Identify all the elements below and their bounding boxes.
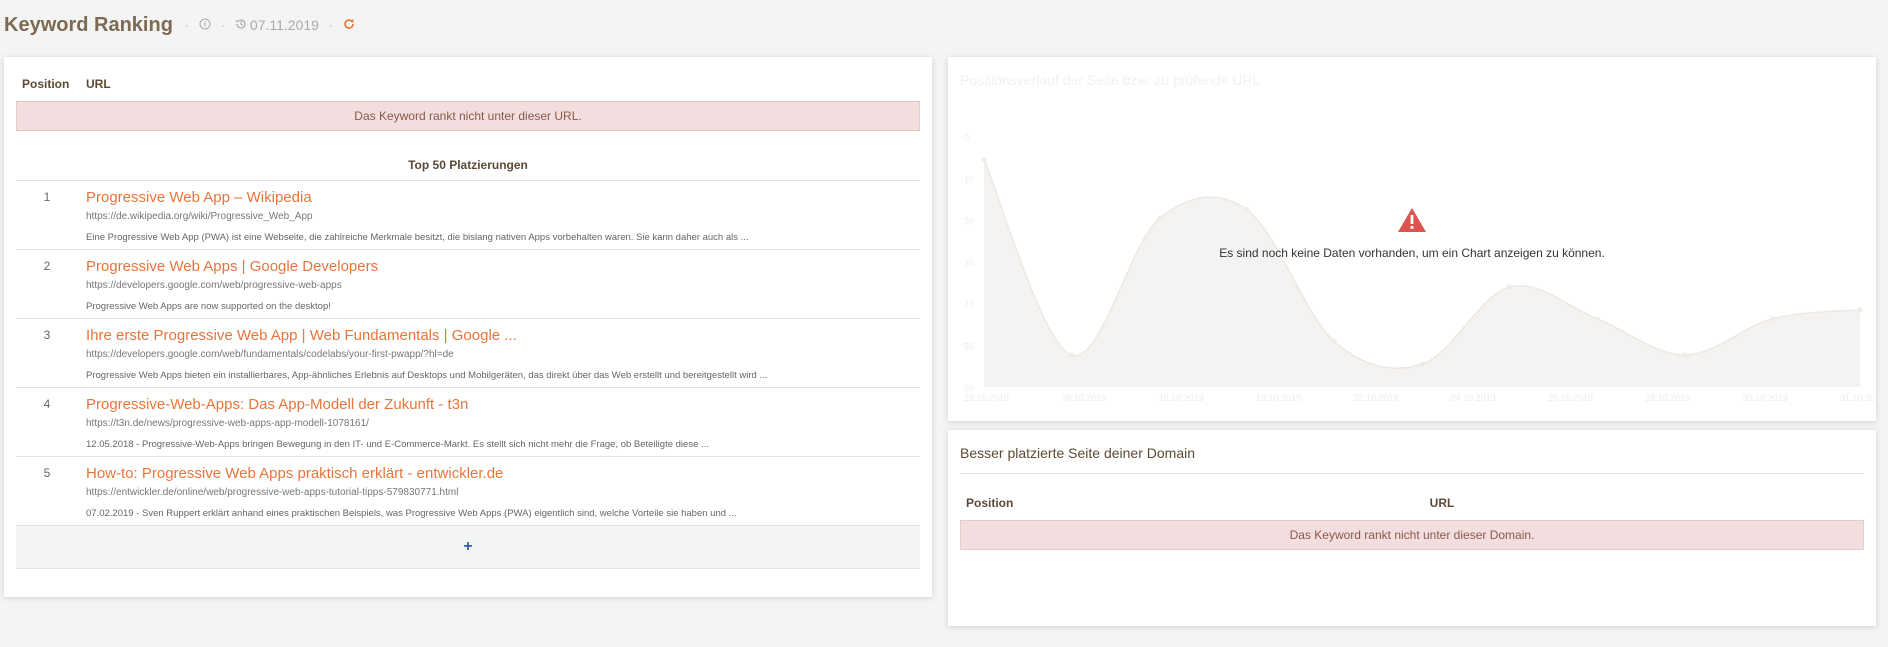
page-header: Keyword Ranking · · 07.11.2019 ·: [4, 10, 355, 40]
result-position: 1: [43, 190, 51, 204]
result-url: https://t3n.de/news/progressive-web-apps…: [86, 418, 369, 429]
domain-table: Position URL Das Keyword rankt nicht unt…: [960, 490, 1864, 550]
chart-point: [1507, 284, 1513, 290]
chart-point: [1069, 352, 1075, 358]
result-row: 3 Ihre erste Progressive Web App | Web F…: [16, 319, 920, 388]
header-separator: ·: [184, 18, 189, 32]
position-chart-card: Positionsverlauf der Seite bzw. zu prüfe…: [948, 57, 1876, 421]
y-tick-label: 0: [964, 133, 969, 143]
x-tick-label: 16.10.2019: [1159, 393, 1204, 403]
result-position: 2: [43, 259, 51, 273]
domain-card-title: Besser platzierte Seite deiner Domain: [960, 445, 1196, 461]
last-updated-date: 07.11.2019: [249, 17, 319, 33]
result-position: 5: [43, 466, 51, 480]
chart-point: [1857, 307, 1863, 313]
result-position: 3: [43, 328, 51, 342]
result-url: https://de.wikipedia.org/wiki/Progressiv…: [86, 211, 313, 222]
ranking-table-header: Position URL: [16, 71, 920, 97]
y-tick-label: 10: [964, 175, 974, 185]
column-url: URL: [86, 77, 111, 91]
x-tick-label: 06.10.2019: [1061, 393, 1106, 403]
result-title-link[interactable]: Ihre erste Progressive Web App | Web Fun…: [86, 327, 920, 345]
x-tick-label: 30.10.2019: [1743, 393, 1788, 403]
x-tick-label: 31.10.2019: [1840, 393, 1876, 403]
x-tick-label: 28.10.2019: [964, 393, 1009, 403]
last-updated: 07.11.2019: [235, 17, 319, 33]
domain-card: Besser platzierte Seite deiner Domain Po…: [948, 430, 1876, 626]
ranking-table: Position URL Das Keyword rankt nicht unt…: [16, 71, 920, 569]
header-separator: ·: [220, 18, 225, 32]
result-title-link[interactable]: Progressive Web App – Wikipedia: [86, 189, 920, 207]
chart-point: [1769, 316, 1775, 322]
result-title-link[interactable]: Progressive Web Apps | Google Developers: [86, 258, 920, 276]
y-tick-label: 60: [964, 383, 974, 393]
column-url: URL: [1429, 496, 1455, 510]
domain-table-header: Position URL: [960, 490, 1864, 516]
x-tick-label: 26.10.2019: [1548, 393, 1593, 403]
header-separator: ·: [328, 18, 333, 32]
result-description: Eine Progressive Web App (PWA) ist eine …: [86, 232, 749, 243]
chart-point: [1419, 361, 1425, 367]
result-row: 1 Progressive Web App – Wikipedia https:…: [16, 181, 920, 250]
result-url: https://entwickler.de/online/web/progres…: [86, 487, 459, 498]
chart-area: [984, 159, 1860, 387]
history-icon: [235, 17, 247, 33]
refresh-icon[interactable]: [343, 17, 355, 34]
y-tick-label: 50: [964, 341, 974, 351]
result-row: 4 Progressive-Web-Apps: Das App-Modell d…: [16, 388, 920, 457]
result-row: 5 How-to: Progressive Web Apps praktisch…: [16, 457, 920, 526]
chart-point: [1331, 339, 1337, 345]
x-tick-label: 22.10.2019: [1353, 393, 1398, 403]
top50-title: Top 50 Platzierungen: [16, 156, 920, 181]
url-not-ranking-notice: Das Keyword rankt nicht unter dieser URL…: [16, 101, 920, 131]
result-url: https://developers.google.com/web/progre…: [86, 280, 342, 291]
add-more-button[interactable]: +: [463, 538, 472, 556]
result-position: 4: [43, 397, 51, 411]
divider: [960, 473, 1864, 474]
info-icon[interactable]: [199, 17, 211, 33]
result-title-link[interactable]: How-to: Progressive Web Apps praktisch e…: [86, 465, 920, 483]
result-description: Progressive Web Apps bieten ein installi…: [86, 370, 768, 381]
result-description: 07.02.2019 - Sven Ruppert erklärt anhand…: [86, 508, 737, 519]
page-title: Keyword Ranking: [4, 13, 173, 36]
warning-icon: [1398, 208, 1426, 232]
result-description: 12.05.2018 - Progressive-Web-Apps bringe…: [86, 439, 709, 450]
x-tick-label: 19.10.2019: [1256, 393, 1301, 403]
x-tick-label: 24.10.2019: [1451, 393, 1496, 403]
chart-point: [981, 157, 987, 163]
column-position: Position: [22, 77, 70, 91]
result-url: https://developers.google.com/web/fundam…: [86, 349, 454, 360]
y-tick-label: 40: [964, 300, 974, 310]
chart-point: [1682, 352, 1688, 358]
no-data-message: Es sind noch keine Daten vorhanden, um e…: [1219, 246, 1605, 260]
domain-not-ranking-notice: Das Keyword rankt nicht unter dieser Dom…: [960, 520, 1864, 550]
result-title-link[interactable]: Progressive-Web-Apps: Das App-Modell der…: [86, 396, 920, 414]
ranking-card: Position URL Das Keyword rankt nicht unt…: [4, 57, 932, 597]
no-data-overlay: Es sind noch keine Daten vorhanden, um e…: [948, 207, 1876, 260]
chart-point: [1594, 316, 1600, 322]
result-row: 2 Progressive Web Apps | Google Develope…: [16, 250, 920, 319]
load-more-bar[interactable]: +: [16, 526, 920, 569]
result-description: Progressive Web Apps are now supported o…: [86, 301, 331, 312]
x-tick-label: 28.10.2019: [1645, 393, 1690, 403]
column-position: Position: [966, 496, 1014, 510]
